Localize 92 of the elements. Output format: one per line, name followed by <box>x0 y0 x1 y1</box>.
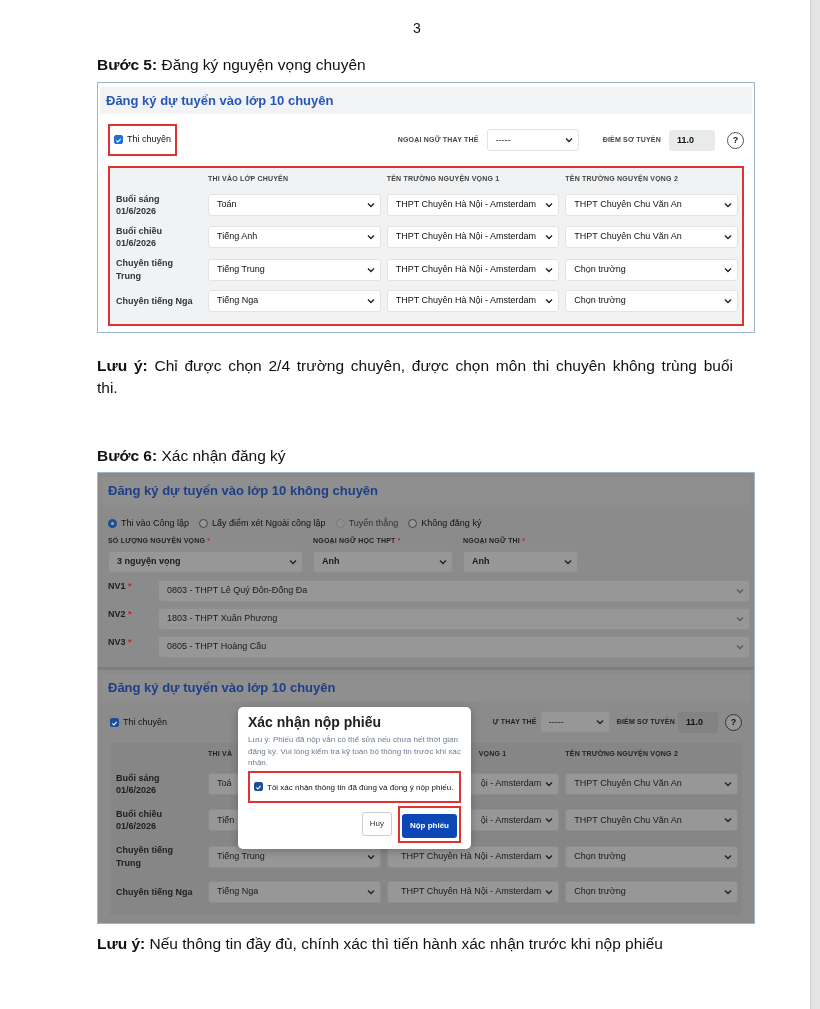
checkbox-label: Thi chuyên <box>123 715 168 729</box>
row-label: Buổi chiều 01/6/2026 <box>116 225 163 250</box>
chevron-down-icon <box>366 201 375 208</box>
note-paragraph: Lưu ý: Chỉ được chọn 2/4 trường chuyên, được chọn môn thi chuyên không trùng buổi thi. <box>97 355 733 399</box>
chevron-down-icon <box>289 558 297 565</box>
chevron-down-icon <box>724 817 732 824</box>
school-select[interactable]: Chọn trường <box>565 845 738 868</box>
school-select[interactable]: Chọn trường <box>565 289 738 312</box>
chevron-down-icon <box>366 234 375 241</box>
school-select[interactable]: Chọn trường <box>565 880 738 903</box>
subject-select[interactable]: Tiếng Nga <box>208 880 381 903</box>
chevron-down-icon <box>366 266 375 273</box>
school-select[interactable]: THPT Chuyên Chu Văn An <box>565 809 738 832</box>
chevron-down-icon <box>545 888 554 895</box>
school-select[interactable]: THPT Chuyên Hà Nội - Amsterdam <box>386 193 560 216</box>
radio-option[interactable]: Không đăng ký <box>408 516 482 531</box>
page-number: 3 <box>412 19 422 38</box>
dropdown-field[interactable]: Anh <box>463 550 578 573</box>
row-label: Chuyên tiếng Trung <box>116 257 174 282</box>
dropdown-field[interactable]: Anh <box>313 550 453 573</box>
checkbox[interactable] <box>110 717 119 727</box>
school-select[interactable]: Chọn trường <box>565 258 738 281</box>
subject-select[interactable]: Tiếng Trung <box>208 258 381 281</box>
subject-select[interactable]: Tiếng Nga <box>208 289 381 312</box>
chevron-down-icon <box>724 266 732 273</box>
choice-label: NV3 * <box>108 635 133 649</box>
school-select[interactable]: THPT Chuyên Hà Nội - Amsterdam <box>386 289 560 312</box>
chevron-down-icon <box>724 234 732 241</box>
chevron-down-icon <box>564 137 573 144</box>
checkbox[interactable] <box>114 135 123 145</box>
school-select[interactable]: 1803 - THPT Xuân Phương <box>158 607 750 630</box>
chevron-down-icon <box>545 781 554 787</box>
chevron-down-icon <box>545 297 554 304</box>
cancel-button[interactable]: Huỷ <box>361 812 392 837</box>
radio-option[interactable]: Thi vào Công lập <box>108 516 190 531</box>
row-label: Buổi chiều 01/6/2026 <box>116 808 163 833</box>
row-label: Buổi sáng 01/6/2026 <box>116 771 161 797</box>
form-title: Đăng ký dự tuyển vào lớp 10 chuyên <box>102 673 750 702</box>
subject-select[interactable]: Toán <box>208 193 381 216</box>
subject-select[interactable]: Tiếng Anh <box>208 226 381 249</box>
language-select[interactable]: ----- <box>539 711 610 734</box>
chevron-down-icon <box>439 558 447 565</box>
score-field: 11.0 <box>678 711 718 734</box>
row-label: Chuyên tiếng Nga <box>116 294 194 307</box>
chevron-down-icon <box>736 615 744 622</box>
school-select[interactable]: THPT Chuyên Hà Nội - Amsterdam <box>386 258 560 281</box>
chevron-down-icon <box>564 558 572 565</box>
chevron-down-icon <box>724 888 732 895</box>
school-select[interactable]: 0803 - THPT Lê Quý Đôn-Đống Đa <box>158 579 750 602</box>
chevron-down-icon <box>366 888 375 895</box>
form-title: Đăng ký dự tuyển vào lớp 10 không chuyên <box>102 477 750 505</box>
school-select[interactable]: 0805 - THPT Hoàng Cầu <box>158 635 750 658</box>
language-select[interactable]: ----- <box>486 129 579 152</box>
dropdown-field[interactable]: 3 nguyện vọng <box>108 550 303 573</box>
note-paragraph: Lưu ý: Nếu thông tin đầy đủ, chính xác thì tiến hành xác nhận trước khi nộp phiếu <box>97 933 664 954</box>
help-button[interactable]: ? <box>725 713 742 731</box>
dialog-text: Lưu ý: Phiếu đã nộp vẫn có thể sửa nếu chưa hết thời gian đăng ký. Vui lòng kiểm tra kỹ toàn bộ thông tin trước khi xác nhận. <box>248 734 461 768</box>
row-label: Buổi sáng 01/6/2026 <box>116 192 161 218</box>
chevron-down-icon <box>724 201 732 208</box>
school-select[interactable]: THPT Chuyên Hà Nội - Amsterdam <box>386 845 560 868</box>
help-button[interactable]: ? <box>727 131 744 149</box>
submit-button[interactable]: Nộp phiếu <box>401 813 457 838</box>
chevron-down-icon <box>736 643 744 650</box>
chevron-down-icon <box>366 297 375 304</box>
checkbox[interactable] <box>254 781 263 791</box>
form-title: Đăng ký dự tuyển vào lớp 10 chuyên <box>100 86 752 115</box>
score-field: 11.0 <box>669 129 715 152</box>
radio-option[interactable]: Lấy điểm xét Ngoài công lập <box>199 516 326 531</box>
chevron-down-icon <box>545 266 554 273</box>
school-select[interactable]: THPT Chuyên Chu Văn An <box>565 773 738 795</box>
chevron-down-icon <box>545 817 554 824</box>
school-select[interactable]: THPT Chuyên Chu Văn An <box>565 193 738 216</box>
step-heading: Bước 6: Xác nhận đăng ký <box>97 445 287 466</box>
row-label: Chuyên tiếng Trung <box>116 844 174 869</box>
checkbox-label: Thi chuyên <box>127 133 172 147</box>
chevron-down-icon <box>545 853 554 860</box>
chevron-down-icon <box>545 234 554 241</box>
chevron-down-icon <box>724 297 732 304</box>
chevron-down-icon <box>724 781 732 787</box>
chevron-down-icon <box>366 853 375 860</box>
dialog-title: Xác nhận nộp phiếu <box>248 713 382 733</box>
choice-label: NV1 * <box>108 579 133 593</box>
step-heading: Bước 5: Đăng ký nguyện vọng chuyên <box>97 55 367 75</box>
school-select[interactable]: THPT Chuyên Hà Nội - Amsterdam <box>386 226 560 249</box>
row-label: Chuyên tiếng Nga <box>116 885 194 898</box>
chevron-down-icon <box>736 587 744 594</box>
school-select[interactable]: THPT Chuyên Chu Văn An <box>565 226 738 249</box>
school-select[interactable]: THPT Chuyên Hà Nội - Amsterdam <box>386 880 560 903</box>
chevron-down-icon <box>545 201 554 208</box>
chevron-down-icon <box>595 719 604 726</box>
choice-label: NV2 * <box>108 607 133 621</box>
chevron-down-icon <box>724 853 732 860</box>
